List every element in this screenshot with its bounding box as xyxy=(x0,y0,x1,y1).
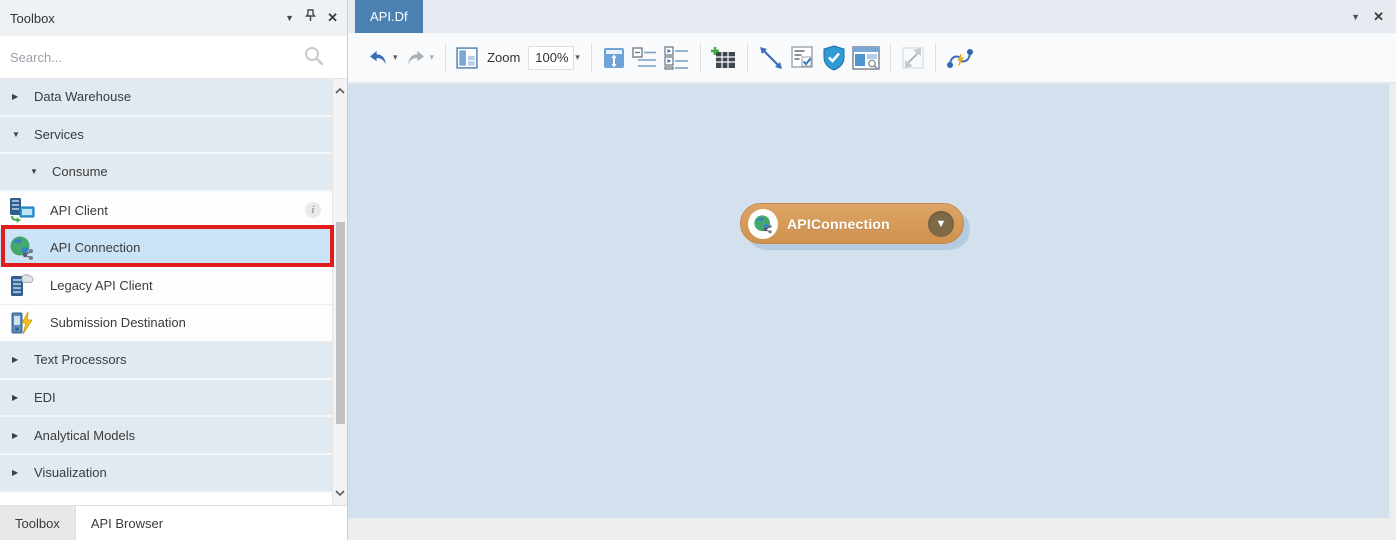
submission-destination-icon xyxy=(7,309,37,337)
toolbox-scrollbar[interactable] xyxy=(332,79,347,505)
panel-dropdown-icon[interactable]: ▼ xyxy=(285,13,294,23)
node-label: APIConnection xyxy=(787,215,890,232)
toolbox-tree: ▶ Data Warehouse ▼ Services ▼ Consume AP… xyxy=(0,79,347,493)
scroll-down-icon[interactable] xyxy=(333,485,347,501)
draw-connector-icon[interactable] xyxy=(755,42,787,74)
chevron-down-icon: ▼ xyxy=(935,217,947,230)
scroll-up-icon[interactable] xyxy=(333,83,347,99)
fit-height-icon[interactable] xyxy=(599,43,629,73)
category-label: Data Warehouse xyxy=(34,89,132,105)
preview-window-icon[interactable] xyxy=(849,43,883,73)
toolbar-separator xyxy=(590,43,592,72)
search-input[interactable] xyxy=(10,49,300,65)
redo-button[interactable] xyxy=(402,46,429,69)
toolbar-separator xyxy=(889,43,891,72)
category-label: Visualization xyxy=(34,465,107,481)
api-client-icon xyxy=(7,196,37,224)
item-label: Submission Destination xyxy=(50,315,186,331)
api-connection-icon xyxy=(7,234,37,262)
toolbox-item-api-client[interactable]: API Client i xyxy=(0,191,347,230)
toolbar-separator xyxy=(445,43,447,72)
toolbox-header: Toolbox ▼ ✕ xyxy=(0,0,347,36)
tab-list-dropdown-icon[interactable]: ▼ xyxy=(1351,12,1360,22)
chevron-right-icon: ▶ xyxy=(12,393,19,403)
toolbar-separator xyxy=(934,43,936,72)
zoom-level-select[interactable]: 100% xyxy=(528,45,575,70)
reroute-connector-icon[interactable] xyxy=(943,43,977,73)
chevron-right-icon: ▶ xyxy=(12,355,19,365)
toolbox-category-consume[interactable]: ▼ Consume xyxy=(0,154,347,192)
toolbox-category-services[interactable]: ▼ Services xyxy=(0,116,347,155)
undo-button[interactable] xyxy=(365,46,392,69)
category-label: Services xyxy=(34,126,84,142)
toolbox-item-legacy-api-client[interactable]: Legacy API Client xyxy=(0,266,347,305)
toolbar-separator xyxy=(746,43,748,72)
item-label: API Connection xyxy=(50,240,141,256)
toolbox-item-submission-destination[interactable]: Submission Destination xyxy=(0,304,347,343)
document-close-icon[interactable]: ✕ xyxy=(1373,9,1384,25)
document-tabbar: API.Df ▼ ✕ xyxy=(348,0,1396,33)
toolbox-title: Toolbox xyxy=(10,10,55,26)
toolbox-category-edi[interactable]: ▶ EDI xyxy=(0,379,347,418)
design-canvas[interactable]: APIConnection ▼ xyxy=(348,84,1389,518)
category-label: Consume xyxy=(52,164,108,180)
toolbox-category-analytical-models[interactable]: ▶ Analytical Models xyxy=(0,417,347,455)
tab-toolbox[interactable]: Toolbox xyxy=(0,506,76,540)
toolbox-category-visualization[interactable]: ▶ Visualization xyxy=(0,454,347,493)
expand-all-icon[interactable] xyxy=(661,43,693,73)
resize-icon[interactable] xyxy=(898,43,928,73)
undo-dropdown-icon[interactable]: ▾ xyxy=(393,52,398,63)
api-connection-node-icon xyxy=(748,208,778,239)
legacy-api-client-icon xyxy=(7,271,37,299)
chevron-right-icon: ▶ xyxy=(12,92,19,102)
zoom-label: Zoom xyxy=(487,50,521,65)
redo-dropdown-icon[interactable]: ▾ xyxy=(430,52,435,63)
designer-toolbar: ▾ ▾ Zoom 100% ▾ xyxy=(348,33,1396,83)
item-label: API Client xyxy=(50,202,108,218)
tab-label: API Browser xyxy=(90,515,164,531)
chevron-right-icon: ▶ xyxy=(12,468,19,478)
search-icon xyxy=(303,45,325,72)
document-tab-api-df[interactable]: API.Df xyxy=(355,0,423,33)
item-label: Legacy API Client xyxy=(50,277,153,293)
chevron-right-icon: ▶ xyxy=(12,430,19,440)
document-tab-label: API.Df xyxy=(370,9,408,24)
zoom-dropdown-icon[interactable]: ▾ xyxy=(575,52,580,63)
toolbox-category-text-processors[interactable]: ▶ Text Processors xyxy=(0,342,347,380)
security-check-icon[interactable] xyxy=(819,42,849,74)
tab-label: Toolbox xyxy=(15,515,60,531)
chevron-down-icon: ▼ xyxy=(12,129,20,139)
panel-bottom-tabbar: Toolbox API Browser xyxy=(0,505,347,540)
api-connection-node[interactable]: APIConnection ▼ xyxy=(740,203,964,244)
chevron-down-icon: ▼ xyxy=(30,167,38,177)
panel-close-icon[interactable]: ✕ xyxy=(327,10,338,26)
toolbar-separator xyxy=(699,43,701,72)
validate-schedule-icon[interactable] xyxy=(787,42,819,74)
insert-table-icon[interactable] xyxy=(708,43,740,73)
toolbox-panel: Toolbox ▼ ✕ ▶ Data Warehouse ▼ Services … xyxy=(0,0,347,540)
pin-icon[interactable] xyxy=(305,9,316,27)
collapse-all-icon[interactable] xyxy=(629,43,661,73)
info-icon[interactable]: i xyxy=(305,202,321,219)
category-label: Text Processors xyxy=(34,352,127,368)
tab-api-browser[interactable]: API Browser xyxy=(76,506,178,540)
designer-region: API.Df ▼ ✕ ▾ ▾ Zoom 100% ▾ APIConnection… xyxy=(348,0,1396,540)
category-label: Analytical Models xyxy=(34,427,136,443)
node-dropdown-button[interactable]: ▼ xyxy=(928,210,954,237)
toolbox-search-row xyxy=(0,36,347,79)
toolbox-item-api-connection[interactable]: API Connection xyxy=(0,229,347,267)
toolbox-category-data-warehouse[interactable]: ▶ Data Warehouse xyxy=(0,79,347,117)
layout-preview-icon[interactable] xyxy=(453,44,481,72)
category-label: EDI xyxy=(34,390,56,406)
scrollbar-thumb[interactable] xyxy=(336,222,345,424)
